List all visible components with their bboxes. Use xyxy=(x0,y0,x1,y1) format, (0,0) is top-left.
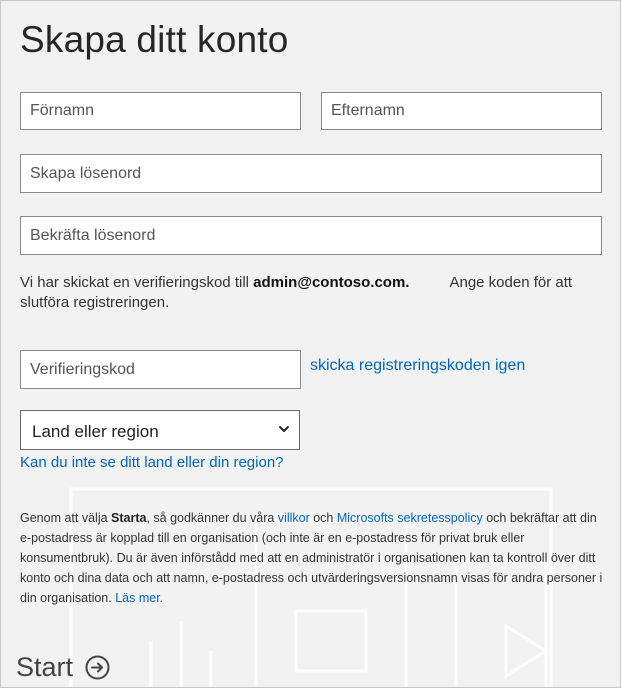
verification-info-text: Vi har skickat en verifieringskod till a… xyxy=(20,273,600,313)
country-region-selected-value: Land eller region xyxy=(32,422,159,441)
resend-code-link[interactable]: skicka registreringskoden igen xyxy=(310,357,525,375)
last-name-field[interactable] xyxy=(321,92,602,130)
legal-consent-text: Genom att välja Starta, så godkänner du … xyxy=(20,508,605,608)
chevron-down-icon xyxy=(279,426,289,432)
country-region-select[interactable]: Land eller region xyxy=(20,410,300,450)
form-content: Skapa ditt konto Vi har skickat en verif… xyxy=(1,1,620,687)
first-name-field[interactable] xyxy=(20,92,301,130)
confirm-password-field[interactable] xyxy=(20,216,602,255)
recipient-email: admin@contoso.com. xyxy=(253,274,410,291)
circle-arrow-right-icon xyxy=(85,655,110,679)
terms-link[interactable]: villkor xyxy=(278,511,310,525)
start-button-label: Start xyxy=(16,651,74,682)
legal-part2: , så godkänner du våra xyxy=(146,511,278,525)
legal-start-word: Starta xyxy=(111,511,147,525)
region-help-link[interactable]: Kan du inte se ditt land eller din regio… xyxy=(20,454,284,471)
verification-code-field[interactable] xyxy=(20,350,301,389)
privacy-policy-link[interactable]: Microsofts sekretesspolicy xyxy=(337,511,483,525)
legal-part3: och xyxy=(309,511,337,525)
learn-more-link[interactable]: Läs mer. xyxy=(115,591,163,605)
create-password-field[interactable] xyxy=(20,154,602,193)
start-button[interactable]: Start xyxy=(16,649,110,685)
legal-part1: Genom att välja xyxy=(20,511,112,525)
legal-part4: och bekräftar att din e-postadress är ko… xyxy=(20,511,603,605)
signup-panel: Skapa ditt konto Vi har skickat en verif… xyxy=(0,0,621,688)
info-text-before: Vi har skickat en verifieringskod till xyxy=(20,274,254,291)
page-title: Skapa ditt konto xyxy=(20,19,289,60)
